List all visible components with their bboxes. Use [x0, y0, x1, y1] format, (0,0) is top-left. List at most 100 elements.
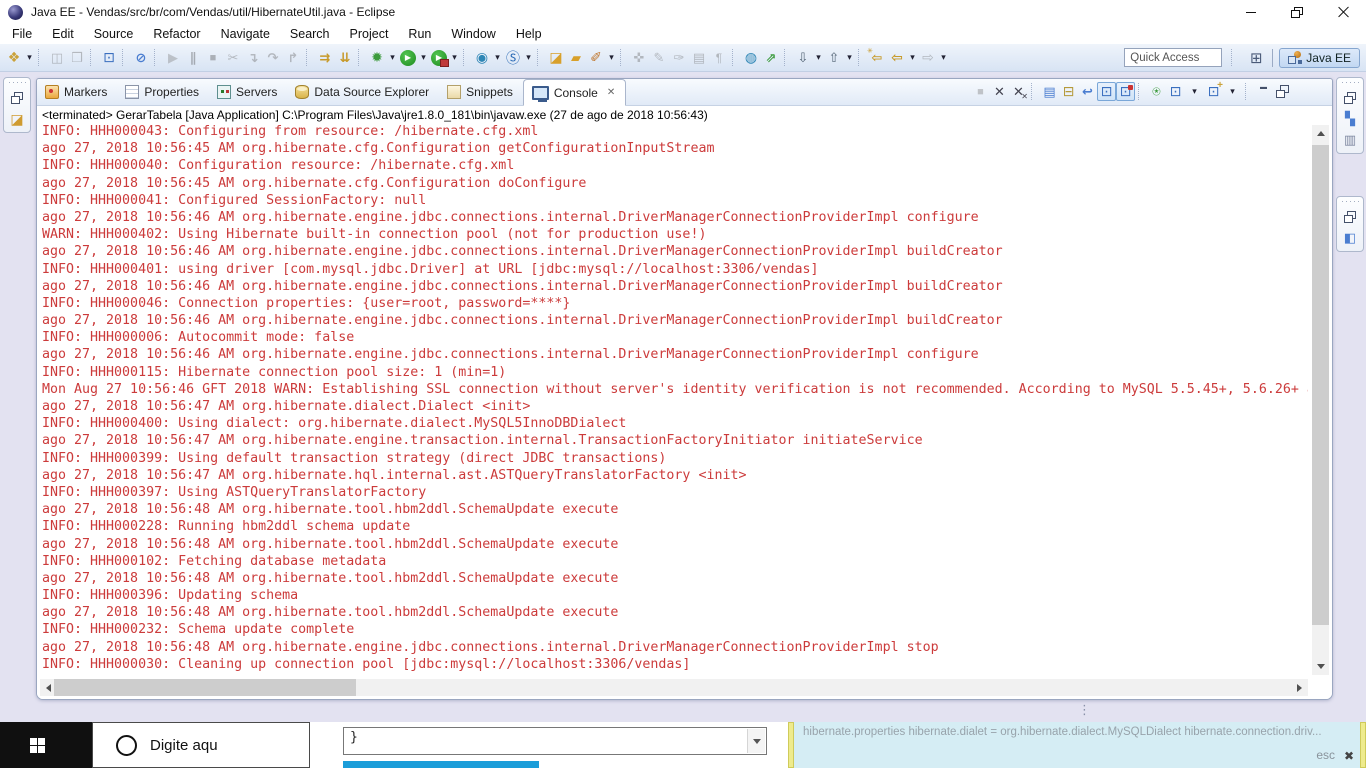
- disconnect-icon[interactable]: [223, 48, 243, 68]
- dropdown-arrow-icon[interactable]: [418, 48, 429, 68]
- vertical-scrollbar[interactable]: [1312, 125, 1329, 675]
- open-console-icon[interactable]: [99, 48, 119, 68]
- dropdown-arrow-icon[interactable]: [606, 48, 617, 68]
- remove-launch-icon[interactable]: [990, 82, 1009, 101]
- menu-item[interactable]: Window: [441, 25, 505, 43]
- outline-icon[interactable]: [1340, 110, 1360, 128]
- tab-servers[interactable]: Servers: [209, 79, 287, 105]
- restore-button[interactable]: [1274, 0, 1320, 24]
- menu-item[interactable]: Source: [84, 25, 144, 43]
- drop-to-frame-icon[interactable]: [335, 48, 355, 68]
- debug-icon[interactable]: [367, 48, 387, 68]
- format-brush-icon[interactable]: [586, 48, 606, 68]
- dropdown-arrow-icon[interactable]: [1185, 82, 1204, 101]
- new-wizard-icon[interactable]: [4, 48, 24, 68]
- suspend-icon[interactable]: [183, 48, 203, 68]
- folder-open-icon[interactable]: [546, 48, 566, 68]
- previous-annotation-icon[interactable]: [824, 48, 844, 68]
- new-web-project-icon[interactable]: [472, 48, 492, 68]
- dropdown-arrow-icon[interactable]: [813, 48, 824, 68]
- tab-markers[interactable]: Markers: [37, 79, 117, 105]
- editor-layout-icon[interactable]: [1340, 229, 1360, 247]
- dropdown-arrow-icon[interactable]: [24, 48, 35, 68]
- launch-external-icon[interactable]: [761, 48, 781, 68]
- tab-data-source-explorer[interactable]: Data Source Explorer: [287, 79, 439, 105]
- rail-drag-handle[interactable]: [1341, 199, 1359, 205]
- code-combo-box[interactable]: }: [343, 727, 767, 755]
- menu-item[interactable]: Search: [280, 25, 340, 43]
- tab-close-icon[interactable]: [607, 87, 615, 98]
- open-console-new-icon[interactable]: [1204, 80, 1223, 101]
- save-all-icon[interactable]: [67, 48, 87, 68]
- display-console-icon[interactable]: [1166, 82, 1185, 101]
- menu-item[interactable]: Navigate: [211, 25, 280, 43]
- dropdown-arrow-icon[interactable]: [387, 48, 398, 68]
- pin-console-icon[interactable]: [1147, 82, 1166, 101]
- menu-item[interactable]: Edit: [42, 25, 84, 43]
- taskbar-start-button[interactable]: [0, 722, 92, 768]
- scroll-up-arrow[interactable]: [1312, 125, 1329, 142]
- show-stderr-icon[interactable]: [1116, 82, 1135, 101]
- show-stdout-icon[interactable]: [1097, 82, 1116, 101]
- last-edit-location-icon[interactable]: [867, 47, 887, 68]
- sash-drag-handle[interactable]: [1078, 701, 1088, 721]
- restore-view-icon[interactable]: [1340, 89, 1360, 107]
- scroll-lock-icon[interactable]: [1059, 82, 1078, 101]
- perspective-java-ee-button[interactable]: Java EE: [1279, 47, 1360, 68]
- restore-view-icon[interactable]: [7, 89, 27, 107]
- show-source-icon[interactable]: [689, 48, 709, 68]
- clear-console-icon[interactable]: [1040, 82, 1059, 101]
- console-log[interactable]: INFO: HHH000043: Configuring from resour…: [42, 123, 1308, 675]
- new-web-service-icon[interactable]: [503, 48, 523, 68]
- horizontal-scroll-thumb[interactable]: [54, 679, 356, 696]
- dropdown-arrow-icon[interactable]: [938, 48, 949, 68]
- horizontal-scrollbar[interactable]: [40, 679, 1308, 696]
- minimize-view-icon[interactable]: [1254, 82, 1273, 101]
- tab-snippets[interactable]: Snippets: [439, 79, 523, 105]
- terminate-icon[interactable]: [971, 82, 990, 101]
- tooltip-close-icon[interactable]: [1344, 749, 1354, 763]
- tab-console[interactable]: Console: [522, 79, 627, 106]
- tab-properties[interactable]: Properties: [117, 79, 209, 105]
- dropdown-arrow-icon[interactable]: [1223, 82, 1242, 101]
- pin-editor-icon[interactable]: [629, 48, 649, 68]
- menu-item[interactable]: Run: [398, 25, 441, 43]
- restore-view-icon[interactable]: [1273, 82, 1292, 101]
- next-annotation-icon[interactable]: [793, 48, 813, 68]
- open-perspective-icon[interactable]: [1246, 48, 1266, 68]
- step-over-icon[interactable]: [263, 48, 283, 68]
- terminate-debug-icon[interactable]: [203, 48, 223, 68]
- menu-item[interactable]: Refactor: [143, 25, 210, 43]
- vertical-scroll-thumb[interactable]: [1312, 145, 1329, 625]
- rail-drag-handle[interactable]: [8, 80, 26, 86]
- menu-item[interactable]: Project: [340, 25, 399, 43]
- restore-view-icon[interactable]: [1340, 208, 1360, 226]
- menu-item[interactable]: Help: [506, 25, 552, 43]
- edit-icon[interactable]: [649, 48, 669, 68]
- word-wrap-icon[interactable]: [1078, 82, 1097, 101]
- step-filters-icon[interactable]: [315, 48, 335, 68]
- dropdown-arrow-icon[interactable]: [492, 48, 503, 68]
- run-icon[interactable]: [400, 49, 416, 66]
- combo-dropdown-arrow[interactable]: [747, 729, 765, 753]
- scroll-down-arrow[interactable]: [1312, 658, 1329, 675]
- show-whitespace-icon[interactable]: [709, 48, 729, 68]
- folder-closed-icon[interactable]: [566, 48, 586, 68]
- back-icon[interactable]: [887, 48, 907, 68]
- project-explorer-icon[interactable]: [7, 110, 27, 128]
- dropdown-arrow-icon[interactable]: [523, 48, 534, 68]
- rail-drag-handle[interactable]: [1341, 80, 1359, 86]
- doc-view-icon[interactable]: [1340, 131, 1360, 149]
- save-icon[interactable]: [47, 48, 67, 68]
- forward-icon[interactable]: [918, 48, 938, 68]
- menu-item[interactable]: File: [2, 25, 42, 43]
- taskbar-search-box[interactable]: Digite aqu: [92, 722, 310, 768]
- mark-occurrences-icon[interactable]: [669, 48, 689, 68]
- dropdown-arrow-icon[interactable]: [449, 48, 460, 68]
- step-into-icon[interactable]: [243, 48, 263, 68]
- skip-breakpoints-icon[interactable]: [131, 48, 151, 68]
- dropdown-arrow-icon[interactable]: [844, 48, 855, 68]
- step-return-icon[interactable]: [283, 48, 303, 68]
- quick-access-input[interactable]: [1124, 48, 1223, 67]
- dropdown-arrow-icon[interactable]: [907, 48, 918, 68]
